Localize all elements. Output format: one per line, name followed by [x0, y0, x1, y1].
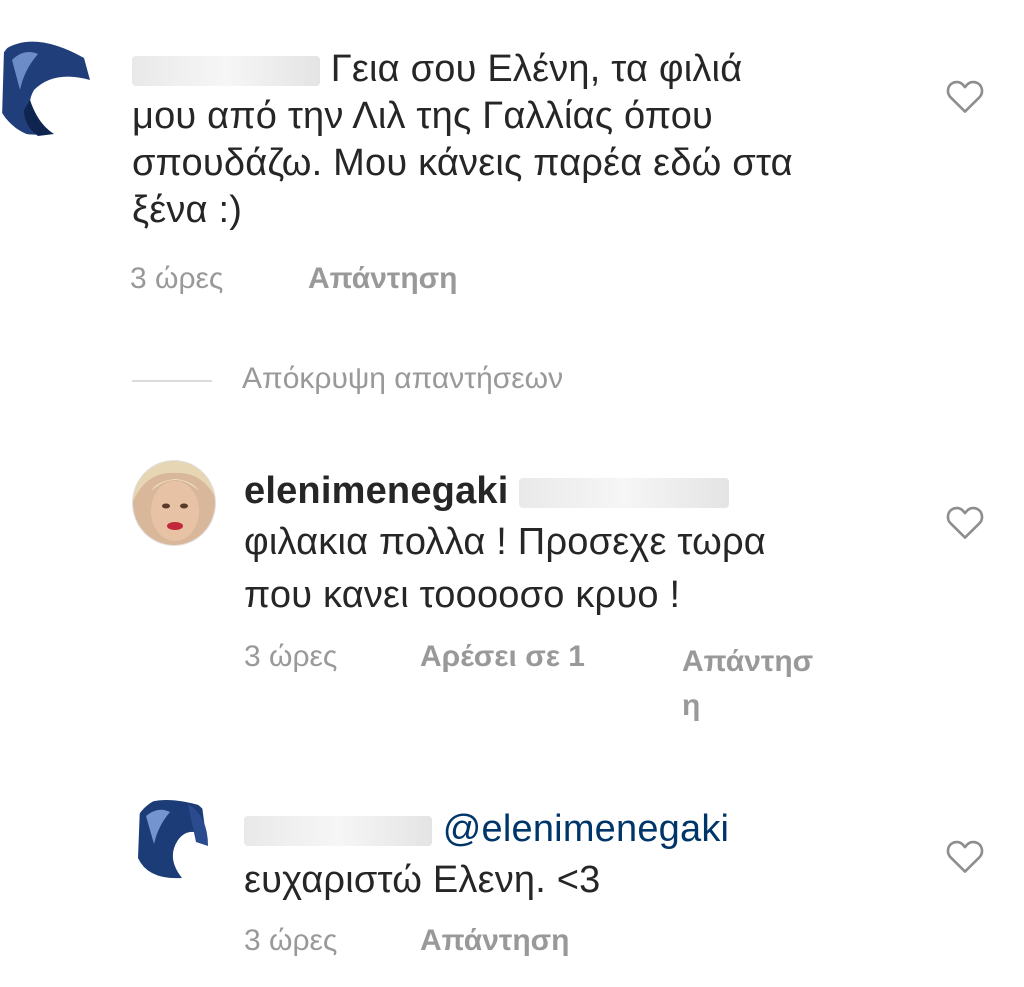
comment-text-line-2: μου από την Λιλ της Γαλλίας όπου — [132, 95, 714, 137]
reply-time: 3 ώρες — [244, 924, 338, 957]
commenter-avatar[interactable] — [0, 30, 98, 138]
reply-like-button[interactable] — [945, 504, 985, 545]
heart-outline-icon — [946, 506, 984, 539]
reply-like-button[interactable] — [945, 838, 985, 879]
comment-text-line-1: Γεια σου Ελένη, τα φιλιά — [330, 48, 743, 90]
blurred-username — [132, 55, 320, 86]
reply-username[interactable]: elenimenegaki — [244, 470, 509, 512]
hide-replies-button[interactable]: Απόκρυψη απαντήσεων — [242, 362, 563, 396]
heart-outline-icon — [946, 840, 984, 873]
reply-text-line-2: που κανει τοοοοσο κρυο ! — [244, 574, 681, 616]
heart-outline-icon — [946, 80, 984, 113]
elenimenegaki-avatar[interactable] — [132, 460, 216, 546]
reply-button-line-2: η — [682, 689, 701, 722]
blurred-mention — [519, 477, 730, 508]
avatar-image — [132, 796, 214, 880]
comment-text-line-4: ξένα :) — [132, 189, 243, 231]
comment-reply-button[interactable]: Απάντηση — [308, 262, 458, 296]
blurred-username — [244, 815, 432, 846]
avatar-image — [133, 461, 215, 545]
reply-header-line: @elenimenegaki — [244, 806, 884, 853]
hide-replies-divider — [132, 380, 212, 382]
reply-body-2: @elenimenegaki ευχαριστώ Ελενη. <3 — [244, 806, 884, 904]
reply-reply-button[interactable]: Απάντηση — [420, 924, 570, 958]
reply-button-line-1: Απάντησ — [682, 645, 814, 678]
reply-text-line-1: ευχαριστώ Ελενη. <3 — [244, 859, 601, 901]
reply-likes-count[interactable]: Αρέσει σε 1 — [420, 640, 585, 674]
reply-time: 3 ώρες — [244, 640, 338, 673]
comment-text-line-3: σπουδάζω. Μου κάνεις παρέα εδώ στα — [132, 142, 793, 184]
comment-body: Γεια σου Ελένη, τα φιλιά μου από την Λιλ… — [132, 46, 912, 234]
mention-link[interactable]: @elenimenegaki — [443, 808, 729, 850]
reply-body-1: elenimenegaki φιλακια πολλα ! Προσεχε τω… — [244, 468, 884, 619]
avatar-image — [0, 30, 98, 138]
reply-header-line: elenimenegaki — [244, 468, 884, 515]
comment-time: 3 ώρες — [130, 262, 224, 295]
replier-avatar[interactable] — [132, 796, 214, 880]
reply-reply-button[interactable]: Απάντησ η — [682, 640, 813, 728]
comment-line: Γεια σου Ελένη, τα φιλιά — [132, 46, 912, 93]
reply-text-line-1: φιλακια πολλα ! Προσεχε τωρα — [244, 521, 766, 563]
like-button[interactable] — [945, 78, 985, 119]
